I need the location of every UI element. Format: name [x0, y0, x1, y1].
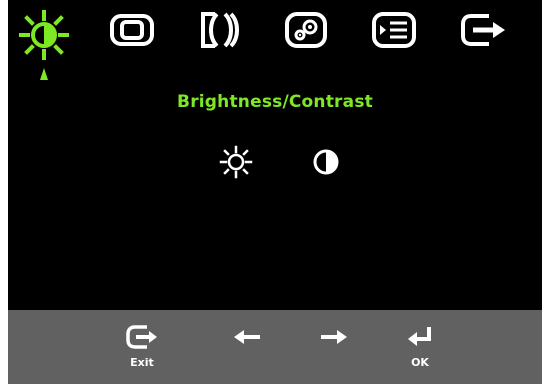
tab-brightness-contrast[interactable]	[14, 10, 74, 80]
enter-icon	[408, 327, 431, 346]
options-list-icon	[372, 12, 416, 48]
exit-button[interactable]: Exit	[114, 320, 170, 380]
image-position-icon	[110, 14, 154, 46]
ok-button[interactable]: OK	[392, 320, 448, 380]
brightness-sun-icon	[219, 145, 253, 179]
section-title: Brightness/Contrast	[177, 92, 373, 112]
option-brightness[interactable]	[216, 142, 256, 182]
tab-options[interactable]	[364, 10, 424, 70]
active-tab-indicator-icon	[40, 68, 48, 80]
tab-image-properties[interactable]	[276, 10, 336, 70]
next-button[interactable]	[306, 320, 362, 380]
tab-image-position[interactable]	[102, 10, 162, 70]
brightness-sun-icon	[19, 10, 69, 60]
contrast-half-circle-icon	[313, 149, 339, 175]
tab-image-setup[interactable]	[190, 10, 250, 70]
arrow-right-icon	[321, 330, 347, 344]
image-setup-icon	[201, 12, 239, 48]
tab-exit[interactable]	[454, 10, 514, 70]
menu-tab-bar	[8, 0, 542, 82]
exit-icon	[126, 325, 157, 349]
arrow-left-icon	[234, 330, 260, 344]
ok-label: OK	[411, 356, 429, 369]
image-properties-gear-icon	[285, 12, 327, 48]
exit-icon	[461, 14, 505, 46]
osd-menu: Brightness/Contrast Exit OK	[8, 0, 542, 384]
footer-bar: Exit OK	[8, 310, 542, 384]
option-contrast[interactable]	[306, 142, 346, 182]
previous-button[interactable]	[219, 320, 275, 380]
exit-label: Exit	[130, 356, 154, 369]
